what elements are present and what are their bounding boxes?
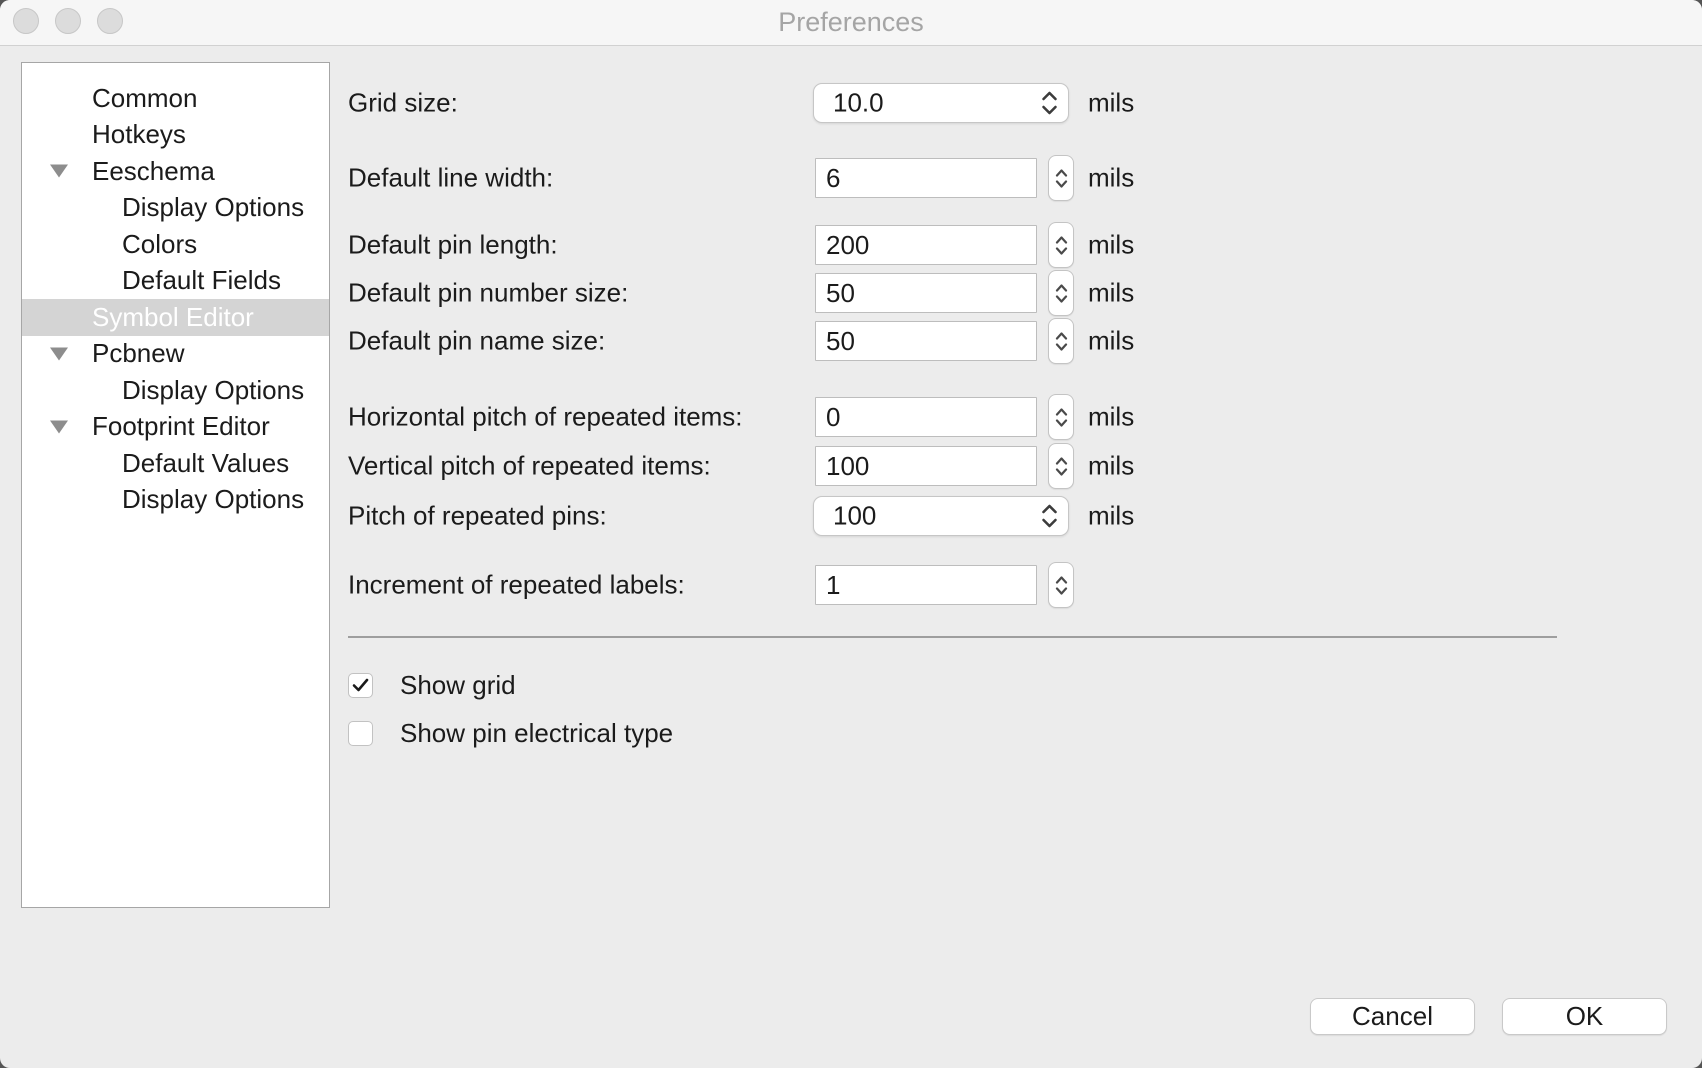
chevron-down-icon [1055,247,1068,255]
symbol-editor-panel: Grid size: 10.0 mils Default line width:… [0,0,1702,1068]
horizontal-pitch-of-repeated-items-label: Horizontal pitch of repeated items: [348,402,743,433]
default-line-width-label: Default line width: [348,163,553,194]
separator [348,636,1557,638]
chevron-up-icon [1055,169,1068,177]
pitch-of-repeated-pins-row: Pitch of repeated pins: 100 mils [348,493,1628,539]
chevron-up-icon [1055,236,1068,244]
unit-label: mils [1088,230,1134,261]
increment-of-repeated-labels-input[interactable] [815,565,1037,605]
increment-of-repeated-labels-row: Increment of repeated labels: [348,562,1628,608]
unit-label: mils [1088,278,1134,309]
chevron-down-icon [1055,587,1068,595]
horizontal-pitch-of-repeated-items-stepper[interactable] [1048,394,1074,440]
popup-stepper-icons [1041,91,1058,115]
popup-stepper-icons [1041,504,1058,528]
chevron-up-icon [1055,457,1068,465]
vertical-pitch-of-repeated-items-input[interactable] [815,446,1037,486]
unit-label: mils [1088,451,1134,482]
chevron-down-icon [1041,518,1058,528]
chevron-down-icon [1055,419,1068,427]
unit-label: mils [1088,163,1134,194]
chevron-up-icon [1055,332,1068,340]
checkbox-label: Show grid [400,670,516,701]
chevron-up-icon [1055,408,1068,416]
ok-button[interactable]: OK [1502,998,1667,1035]
default-pin-length-row: Default pin length: mils [348,222,1628,268]
preferences-window: Preferences Common Hotkeys Eeschema Disp… [0,0,1702,1068]
checkbox-label: Show pin electrical type [400,718,673,749]
unit-label: mils [1088,501,1134,532]
horizontal-pitch-of-repeated-items-row: Horizontal pitch of repeated items: mils [348,394,1628,440]
default-pin-number-size-row: Default pin number size: mils [348,270,1628,316]
popup-selected-value: 100 [833,501,876,532]
popup-selected-value: 10.0 [833,88,884,119]
chevron-down-icon [1055,295,1068,303]
default-line-width-input[interactable] [815,158,1037,198]
default-pin-name-size-row: Default pin name size: mils [348,318,1628,364]
chevron-down-icon [1041,105,1058,115]
vertical-pitch-of-repeated-items-label: Vertical pitch of repeated items: [348,451,711,482]
increment-of-repeated-labels-stepper[interactable] [1048,562,1074,608]
chevron-up-icon [1055,284,1068,292]
vertical-pitch-of-repeated-items-row: Vertical pitch of repeated items: mils [348,443,1628,489]
horizontal-pitch-of-repeated-items-input[interactable] [815,397,1037,437]
default-pin-number-size-input[interactable] [815,273,1037,313]
vertical-pitch-of-repeated-items-stepper[interactable] [1048,443,1074,489]
cancel-button[interactable]: Cancel [1310,998,1475,1035]
grid-size-label: Grid size: [348,88,458,119]
unit-label: mils [1088,88,1134,119]
default-pin-number-size-label: Default pin number size: [348,278,628,309]
default-line-width-row: Default line width: mils [348,155,1628,201]
default-line-width-stepper[interactable] [1048,155,1074,201]
default-pin-length-label: Default pin length: [348,230,558,261]
default-pin-number-size-stepper[interactable] [1048,270,1074,316]
default-pin-length-input[interactable] [815,225,1037,265]
unit-label: mils [1088,326,1134,357]
show-grid-row: Show grid [348,662,516,708]
default-pin-length-stepper[interactable] [1048,222,1074,268]
default-pin-name-size-stepper[interactable] [1048,318,1074,364]
grid-size-row: Grid size: 10.0 mils [348,80,1628,126]
chevron-up-icon [1055,576,1068,584]
chevron-up-icon [1041,91,1058,101]
chevron-down-icon [1055,180,1068,188]
increment-of-repeated-labels-label: Increment of repeated labels: [348,570,685,601]
pitch-of-repeated-pins-label: Pitch of repeated pins: [348,501,607,532]
pitch-of-repeated-pins-select[interactable]: 100 [813,496,1069,536]
show-pin-electrical-type-row: Show pin electrical type [348,710,673,756]
chevron-down-icon [1055,343,1068,351]
unit-label: mils [1088,402,1134,433]
show-pin-electrical-type-checkbox[interactable] [348,721,373,746]
grid-size-select[interactable]: 10.0 [813,83,1069,123]
default-pin-name-size-input[interactable] [815,321,1037,361]
show-grid-checkbox[interactable] [348,673,373,698]
checkmark-icon [352,678,369,692]
chevron-down-icon [1055,468,1068,476]
default-pin-name-size-label: Default pin name size: [348,326,605,357]
chevron-up-icon [1041,504,1058,514]
